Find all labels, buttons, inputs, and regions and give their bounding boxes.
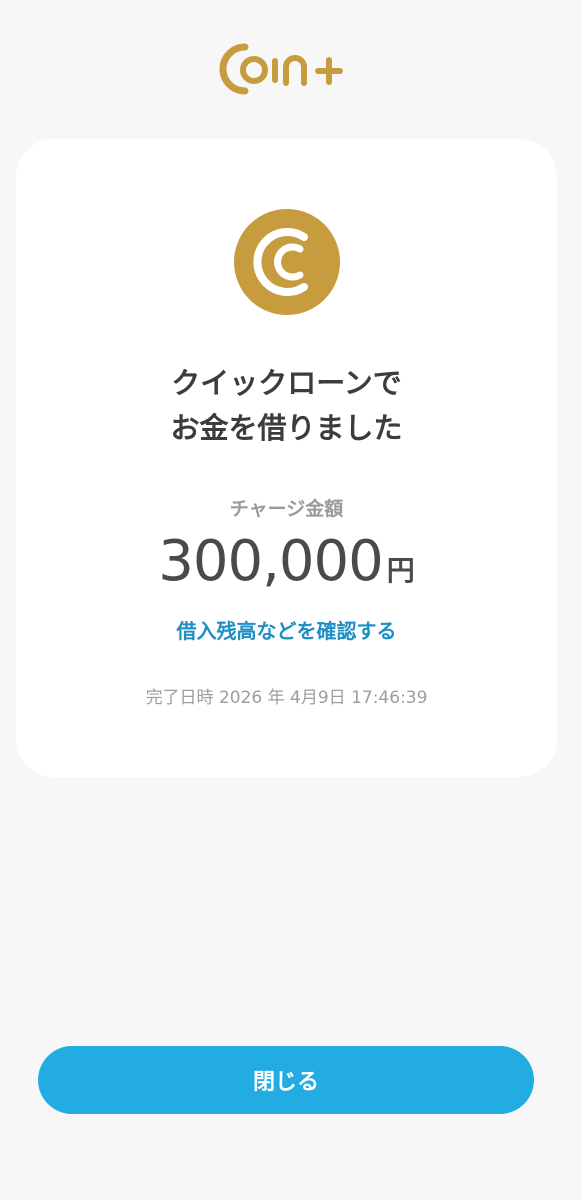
- completed-datetime: 完了日時 2026 年 4月9日 17:46:39: [145, 688, 428, 708]
- check-balance-link[interactable]: 借入残高などを確認する: [16, 615, 557, 644]
- close-button[interactable]: 閉じる: [38, 1046, 534, 1114]
- coin-icon: [234, 209, 340, 315]
- result-card: クイックローンで お金を借りました チャージ金額 300,000 円 借入残高な…: [16, 139, 557, 777]
- charge-amount: 300,000 円: [16, 529, 557, 594]
- charge-amount-label: チャージ金額: [229, 498, 344, 520]
- title-line-2: お金を借りました: [170, 411, 403, 445]
- coin-plus-logo-icon: [219, 43, 343, 95]
- title-line-1: クイックローンで: [171, 366, 402, 400]
- currency-unit: 円: [386, 554, 415, 587]
- amount-value: 300,000: [158, 529, 384, 594]
- result-title: クイックローンで お金を借りました: [16, 361, 557, 451]
- coin-plus-logo: [0, 36, 581, 102]
